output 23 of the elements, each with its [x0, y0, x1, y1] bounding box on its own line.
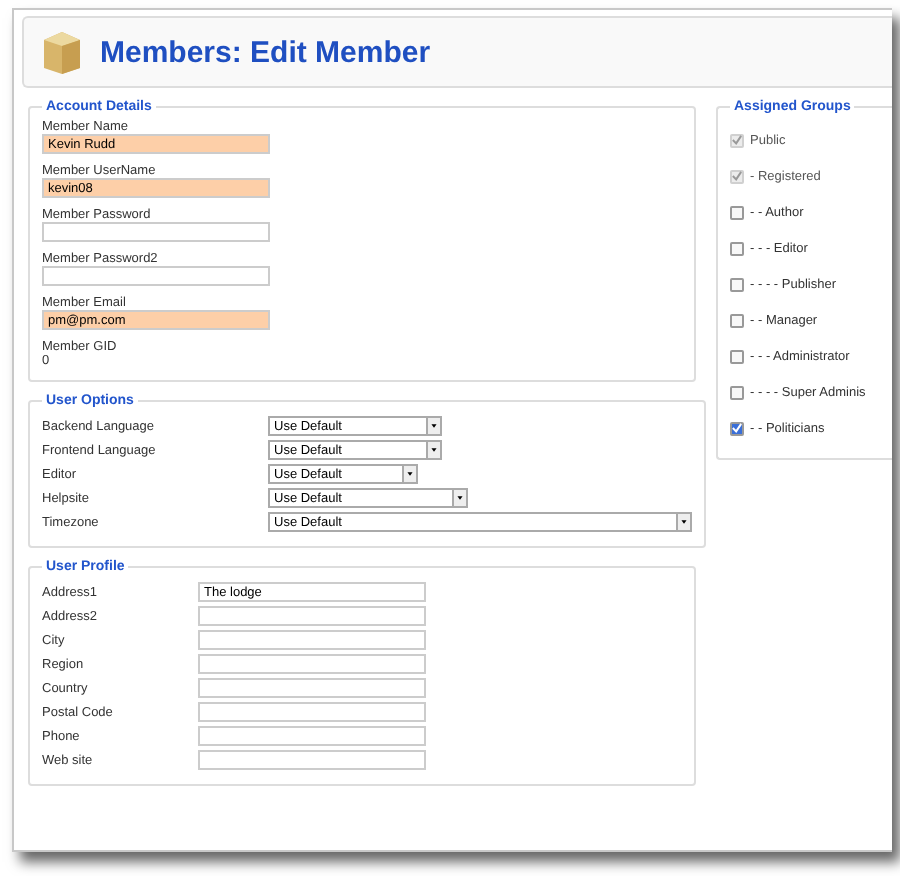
- checkbox[interactable]: [730, 421, 744, 435]
- dropdown-arrow-icon: [402, 466, 416, 482]
- checkbox[interactable]: [730, 385, 744, 399]
- checkbox[interactable]: [730, 313, 744, 327]
- dropdown-arrow-icon: [676, 514, 690, 530]
- input-field[interactable]: [198, 702, 426, 722]
- dropdown-arrow-icon: [452, 490, 466, 506]
- input-field[interactable]: [198, 630, 426, 650]
- dropdown-arrow-icon: [426, 418, 440, 434]
- input-field[interactable]: [42, 266, 270, 286]
- input-field[interactable]: [198, 726, 426, 746]
- box-icon: [40, 28, 84, 76]
- page-title: Members: Edit Member: [100, 35, 431, 69]
- input-field[interactable]: [198, 750, 426, 770]
- checkbox[interactable]: [730, 205, 744, 219]
- input-field[interactable]: [42, 222, 270, 242]
- checkbox[interactable]: [730, 349, 744, 363]
- input-field[interactable]: [198, 606, 426, 626]
- dropdown-arrow-icon: [426, 442, 440, 458]
- checkbox[interactable]: [730, 241, 744, 255]
- input-field[interactable]: [198, 678, 426, 698]
- input-field[interactable]: [198, 654, 426, 674]
- checkbox[interactable]: [730, 277, 744, 291]
